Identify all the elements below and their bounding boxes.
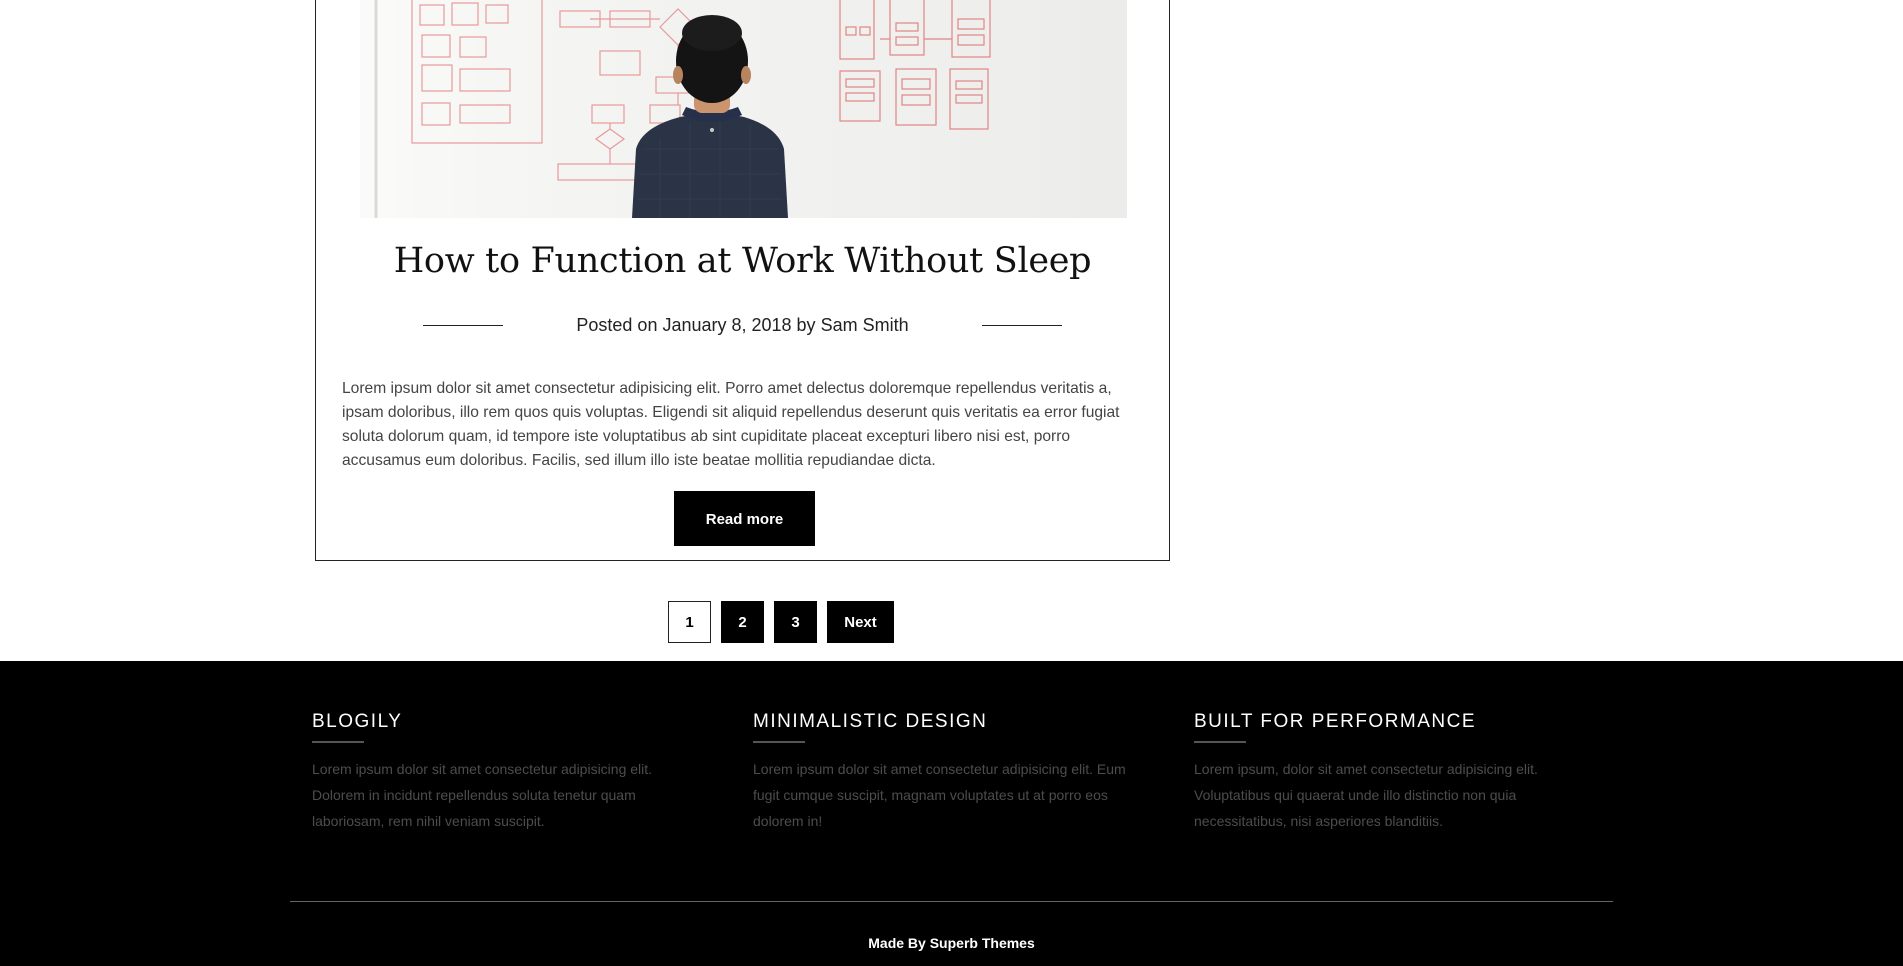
- footer-credit: Made By Superb Themes: [0, 935, 1903, 951]
- next-page-link[interactable]: Next: [827, 601, 894, 643]
- post-title[interactable]: How to Function at Work Without Sleep: [316, 241, 1169, 281]
- post-meta-text: Posted on January 8, 2018 by Sam Smith: [576, 315, 908, 336]
- page-3-link[interactable]: 3: [774, 601, 817, 643]
- footer-heading-underline: [1194, 741, 1246, 743]
- footer-heading: BLOGILY: [312, 711, 403, 732]
- credit-prefix: Made By: [868, 935, 930, 951]
- footer-divider: [290, 901, 1613, 902]
- meta-divider-left: [423, 325, 503, 326]
- pagination: 1 2 3 Next: [668, 601, 894, 643]
- footer-column-built-for-performance: BUILT FOR PERFORMANCE Lorem ipsum, dolor…: [1194, 711, 1574, 834]
- post-date-link[interactable]: January 8, 2018: [662, 315, 791, 335]
- footer-heading-underline: [753, 741, 805, 743]
- post-card: How to Function at Work Without Sleep Po…: [315, 0, 1170, 561]
- footer-text: Lorem ipsum, dolor sit amet consectetur …: [1194, 761, 1538, 829]
- whiteboard-illustration: [360, 0, 1127, 218]
- superb-themes-link[interactable]: Superb Themes: [930, 935, 1035, 951]
- site-footer: BLOGILY Lorem ipsum dolor sit amet conse…: [0, 661, 1903, 966]
- footer-heading-underline: [312, 741, 364, 743]
- post-author-link[interactable]: Sam Smith: [821, 315, 909, 335]
- meta-by: by: [791, 315, 821, 335]
- footer-heading: MINIMALISTIC DESIGN: [753, 711, 988, 732]
- meta-divider-right: [982, 325, 1062, 326]
- page-1-current: 1: [668, 601, 711, 643]
- post-excerpt: Lorem ipsum dolor sit amet consectetur a…: [342, 380, 1120, 469]
- footer-column-minimalistic-design: MINIMALISTIC DESIGN Lorem ipsum dolor si…: [753, 711, 1133, 834]
- read-more-button[interactable]: Read more: [674, 491, 815, 546]
- footer-heading: BUILT FOR PERFORMANCE: [1194, 711, 1477, 732]
- footer-column-blogily: BLOGILY Lorem ipsum dolor sit amet conse…: [312, 711, 692, 834]
- footer-text: Lorem ipsum dolor sit amet consectetur a…: [312, 761, 653, 829]
- meta-prefix: Posted on: [576, 315, 663, 335]
- page-2-link[interactable]: 2: [721, 601, 764, 643]
- post-meta: Posted on January 8, 2018 by Sam Smith: [316, 315, 1169, 339]
- post-featured-image[interactable]: [360, 0, 1127, 218]
- footer-text: Lorem ipsum dolor sit amet consectetur a…: [753, 761, 1126, 829]
